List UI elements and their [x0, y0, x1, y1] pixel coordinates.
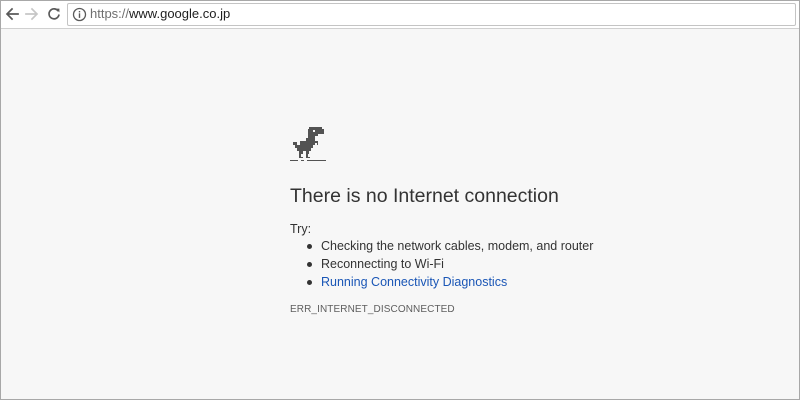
arrow-left-icon: [5, 7, 19, 21]
reload-button[interactable]: [44, 4, 64, 24]
bullet-icon: [307, 262, 312, 267]
suggestion-text: Reconnecting to Wi-Fi: [321, 257, 444, 271]
try-label: Try:: [290, 222, 312, 236]
suggestion-item-check-cables: Checking the network cables, modem, and …: [290, 238, 593, 256]
info-circle-icon[interactable]: [72, 7, 87, 22]
error-heading: There is no Internet connection: [290, 185, 559, 207]
browser-toolbar: https://www.google.co.jp: [1, 1, 799, 29]
bullet-icon: [307, 280, 312, 285]
suggestion-list: Checking the network cables, modem, and …: [290, 238, 593, 292]
connectivity-diagnostics-link[interactable]: Running Connectivity Diagnostics: [321, 275, 507, 289]
suggestion-text: Checking the network cables, modem, and …: [321, 239, 594, 253]
url-host: www.google.co.jp: [129, 6, 231, 21]
arrow-right-icon: [25, 7, 39, 21]
address-bar[interactable]: https://www.google.co.jp: [67, 3, 796, 26]
reload-icon: [48, 7, 60, 20]
url-text[interactable]: https://www.google.co.jp: [90, 6, 230, 22]
url-scheme: https://: [90, 6, 130, 21]
forward-button[interactable]: [22, 4, 42, 24]
suggestion-item-reconnect-wifi: Reconnecting to Wi-Fi: [290, 256, 593, 274]
bullet-icon: [307, 244, 312, 249]
suggestion-item-diagnostics: Running Connectivity Diagnostics: [290, 274, 593, 292]
back-button[interactable]: [2, 4, 22, 24]
error-code: ERR_INTERNET_DISCONNECTED: [290, 304, 455, 315]
browser-window: https://www.google.co.jp There is no Int…: [0, 0, 800, 400]
offline-dinosaur-icon: [290, 127, 326, 161]
